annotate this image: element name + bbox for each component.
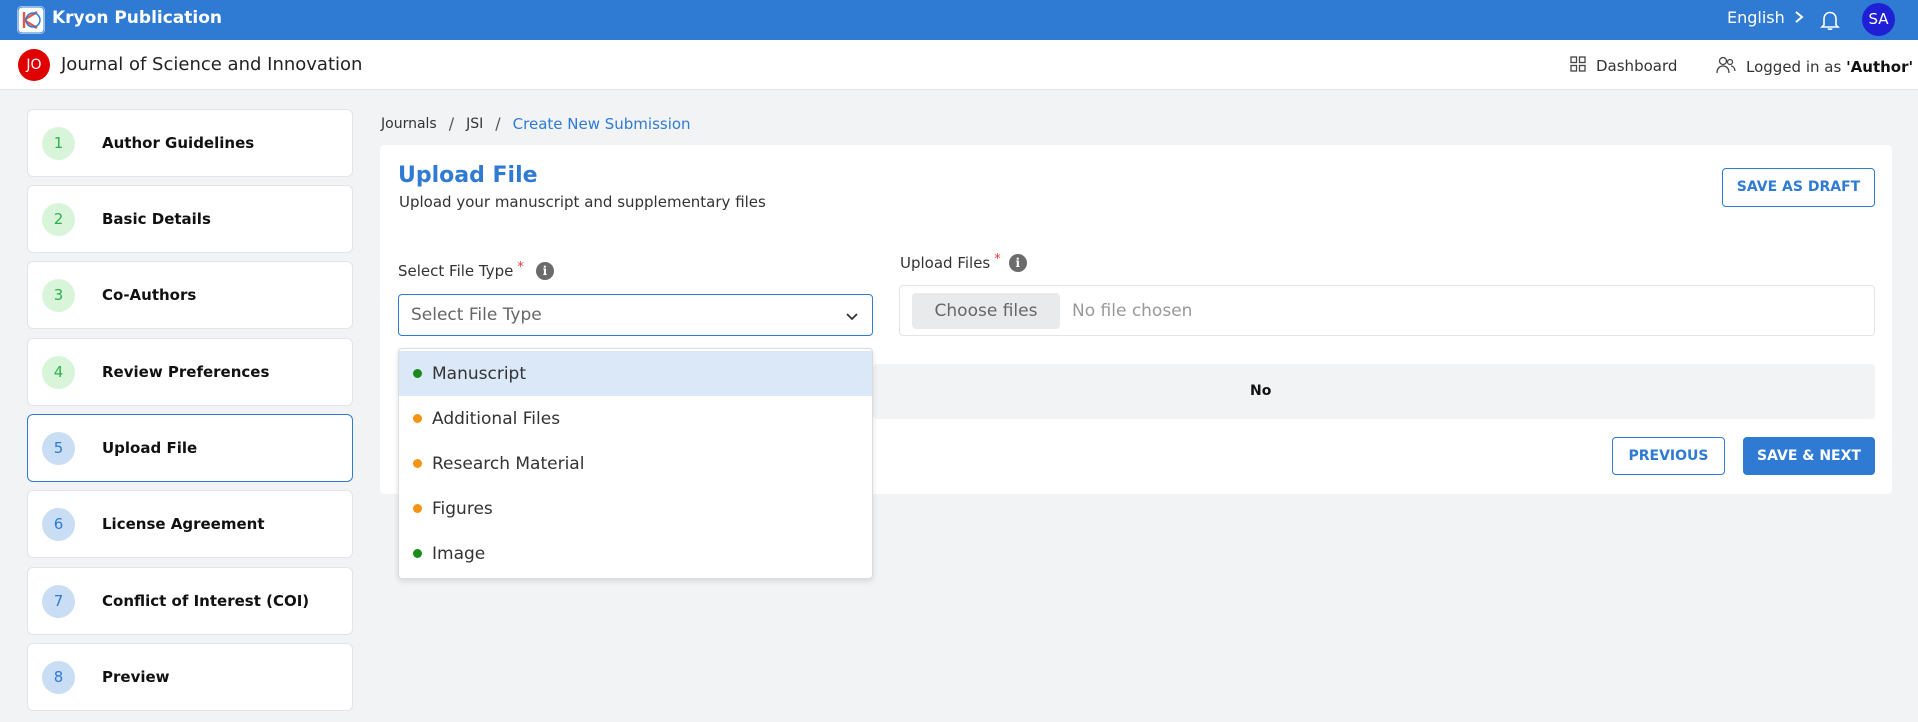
- option-label: Image: [432, 543, 486, 564]
- step-basic-details[interactable]: 2 Basic Details: [27, 185, 353, 253]
- save-and-next-button[interactable]: SAVE & NEXT: [1743, 437, 1875, 475]
- breadcrumb-separator: /: [448, 114, 455, 133]
- breadcrumb-jsi[interactable]: JSI: [466, 116, 483, 132]
- chevron-right-icon: [1794, 8, 1804, 27]
- step-number: 5: [42, 431, 75, 465]
- file-type-option-research-material[interactable]: Research Material: [399, 441, 872, 486]
- step-number: 3: [42, 278, 75, 312]
- journal-title: Journal of Science and Innovation: [61, 54, 363, 75]
- users-icon: [1716, 56, 1736, 78]
- grid-icon: [1570, 56, 1586, 76]
- step-label: Upload File: [102, 439, 198, 457]
- logged-in-prefix: Logged in as: [1746, 58, 1842, 76]
- option-label: Manuscript: [432, 363, 527, 384]
- step-number: 7: [42, 584, 75, 618]
- file-type-select[interactable]: Select File Type: [398, 294, 873, 336]
- status-dot: [413, 414, 422, 423]
- info-icon[interactable]: i: [1008, 254, 1027, 272]
- file-type-placeholder: Select File Type: [411, 305, 542, 325]
- step-number: 6: [42, 507, 75, 541]
- top-bar: Kryon Publication English SA: [0, 0, 1918, 40]
- journal-header: JO Journal of Science and Innovation Das…: [0, 40, 1918, 90]
- upload-files-label-text: Upload Files: [900, 254, 991, 272]
- step-conflict-of-interest[interactable]: 7 Conflict of Interest (COI): [27, 567, 353, 635]
- chevron-down-icon: [844, 308, 860, 324]
- notification-bell-icon[interactable]: [1818, 8, 1842, 32]
- step-label: Basic Details: [102, 210, 211, 228]
- breadcrumb-separator: /: [495, 114, 501, 133]
- file-type-option-image[interactable]: Image: [399, 531, 872, 576]
- required-mark: *: [517, 259, 524, 275]
- breadcrumb: Journals / JSI / Create New Submission: [381, 114, 691, 133]
- step-label: Conflict of Interest (COI): [102, 592, 310, 610]
- step-number: 8: [42, 660, 75, 694]
- breadcrumb-journals[interactable]: Journals: [381, 116, 437, 132]
- info-icon[interactable]: i: [535, 262, 554, 280]
- file-type-dropdown: Manuscript Additional Files Research Mat…: [398, 348, 873, 579]
- step-upload-file[interactable]: 5 Upload File: [27, 414, 353, 482]
- option-label: Research Material: [432, 453, 585, 474]
- breadcrumb-current: Create New Submission: [512, 114, 691, 133]
- step-number: 4: [42, 355, 75, 389]
- step-label: Author Guidelines: [102, 134, 255, 152]
- file-upload-input[interactable]: Choose files No file chosen: [899, 285, 1875, 336]
- file-list-row: No: [873, 364, 1875, 419]
- file-type-option-manuscript[interactable]: Manuscript: [399, 351, 872, 396]
- step-license-agreement[interactable]: 6 License Agreement: [27, 490, 353, 558]
- journal-badge: JO: [18, 49, 50, 81]
- file-type-option-figures[interactable]: Figures: [399, 486, 872, 531]
- status-dot: [413, 549, 422, 558]
- save-as-draft-button[interactable]: SAVE AS DRAFT: [1722, 168, 1875, 207]
- file-type-option-additional-files[interactable]: Additional Files: [399, 396, 872, 441]
- step-label: Preview: [102, 668, 170, 686]
- step-label: Co-Authors: [102, 286, 197, 304]
- file-list-text: No: [1250, 383, 1272, 399]
- page-subtitle: Upload your manuscript and supplementary…: [399, 193, 766, 211]
- user-role: 'Author': [1846, 58, 1914, 76]
- language-selector[interactable]: English: [1727, 8, 1804, 27]
- user-avatar[interactable]: SA: [1862, 3, 1895, 36]
- option-label: Figures: [432, 498, 493, 519]
- step-label: Review Preferences: [102, 363, 270, 381]
- step-number: 1: [42, 126, 75, 160]
- step-co-authors[interactable]: 3 Co-Authors: [27, 261, 353, 329]
- status-dot: [413, 369, 422, 378]
- brand-name: Kryon Publication: [52, 8, 223, 28]
- required-mark: *: [994, 251, 1001, 267]
- kryon-logo-icon: [17, 6, 45, 34]
- step-author-guidelines[interactable]: 1 Author Guidelines: [27, 109, 353, 177]
- step-number: 2: [42, 202, 75, 236]
- upload-files-label: Upload Files * i: [900, 251, 1027, 272]
- step-review-preferences[interactable]: 4 Review Preferences: [27, 338, 353, 406]
- choose-files-button[interactable]: Choose files: [912, 293, 1060, 329]
- logged-in-status: Logged in as 'Author': [1716, 56, 1913, 78]
- option-label: Additional Files: [432, 408, 561, 429]
- step-preview[interactable]: 8 Preview: [27, 643, 353, 711]
- no-file-text: No file chosen: [1072, 301, 1193, 321]
- dashboard-label: Dashboard: [1596, 57, 1678, 75]
- language-label: English: [1727, 8, 1785, 27]
- status-dot: [413, 504, 422, 513]
- status-dot: [413, 459, 422, 468]
- step-label: License Agreement: [102, 515, 265, 533]
- dashboard-link[interactable]: Dashboard: [1570, 56, 1677, 76]
- previous-button[interactable]: PREVIOUS: [1612, 437, 1725, 475]
- page-title: Upload File: [398, 163, 538, 188]
- file-type-label: Select File Type * i: [398, 259, 554, 280]
- file-type-label-text: Select File Type: [398, 262, 514, 280]
